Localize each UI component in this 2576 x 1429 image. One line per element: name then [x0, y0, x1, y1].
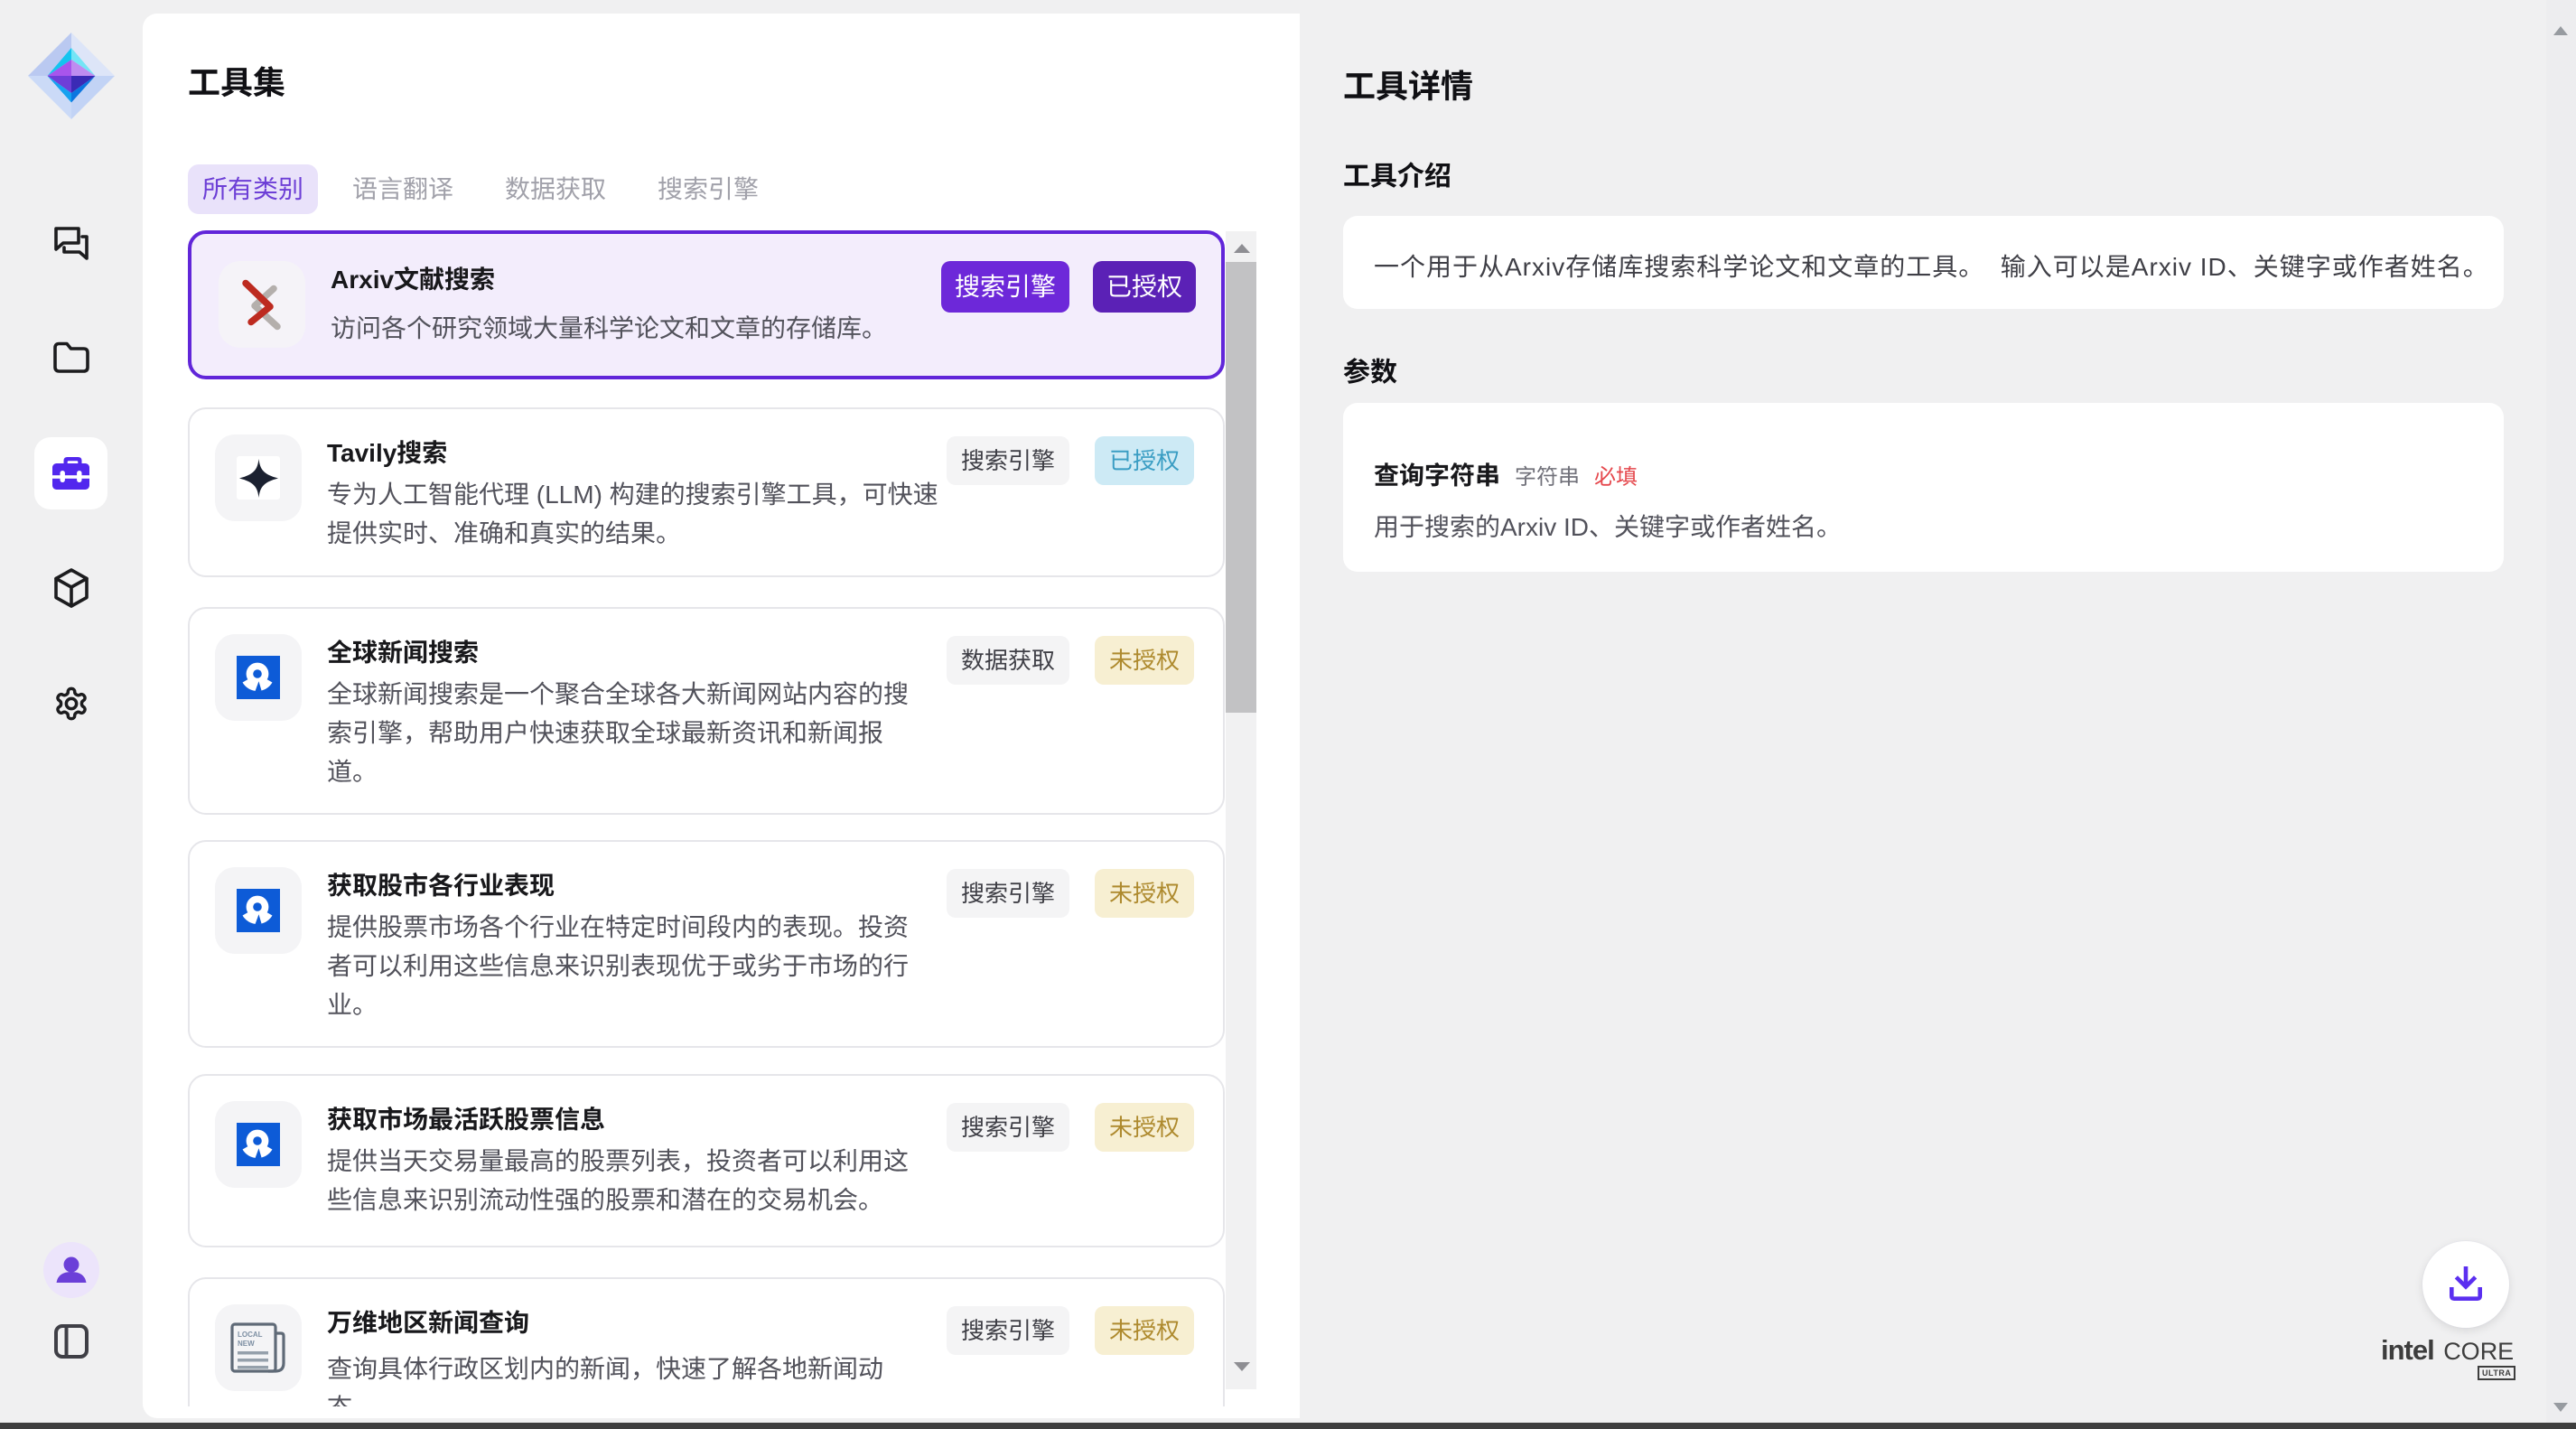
svg-text:LOCAL: LOCAL	[238, 1331, 263, 1339]
svg-text:NEW: NEW	[238, 1340, 255, 1348]
